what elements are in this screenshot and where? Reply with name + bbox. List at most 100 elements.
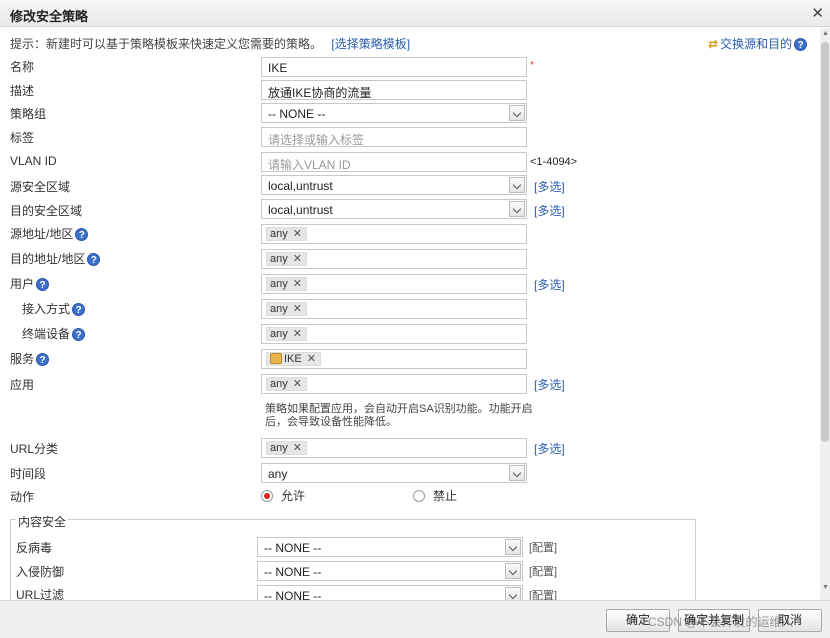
action-deny-radio[interactable]: 禁止 [413, 487, 457, 504]
url-category-multi-select[interactable]: [多选] [534, 440, 565, 457]
content-security-legend: 内容安全 [16, 513, 69, 530]
application-multi-select[interactable]: [多选] [534, 376, 565, 393]
antivirus-config-link[interactable]: [配置] [529, 539, 557, 555]
chevron-down-icon[interactable] [505, 563, 521, 579]
name-input[interactable]: IKE [261, 57, 527, 77]
time-range-select[interactable]: any [261, 463, 527, 483]
application-chip: any ✕ [266, 377, 307, 391]
vlan-id-input[interactable]: 请输入VLAN ID [261, 152, 527, 172]
chevron-down-icon[interactable] [505, 539, 521, 555]
dst-addr-label-text: 目的地址/地区 [10, 252, 86, 266]
chip-label: any [270, 442, 288, 454]
vlan-id-range: <1-4094> [530, 156, 578, 168]
chip-label: any [270, 303, 288, 315]
policy-group-value: -- NONE -- [268, 107, 326, 121]
dst-addr-input[interactable]: any ✕ [261, 249, 527, 269]
access-mode-chip: any ✕ [266, 302, 307, 316]
help-icon[interactable]: ? [36, 278, 50, 292]
application-input[interactable]: any ✕ [261, 374, 527, 394]
terminal-label: 终端设备? [22, 325, 86, 342]
action-deny-label: 禁止 [433, 489, 458, 503]
help-icon[interactable]: ? [72, 303, 86, 317]
help-icon[interactable]: ? [36, 353, 50, 367]
scrollbar-thumb[interactable] [821, 42, 829, 442]
help-icon[interactable]: ? [87, 253, 101, 267]
action-allow-radio[interactable]: 允许 [261, 487, 305, 504]
terminal-label-text: 终端设备 [22, 327, 71, 341]
remove-icon[interactable]: ✕ [293, 378, 302, 390]
antivirus-value: -- NONE -- [264, 541, 322, 555]
ok-and-copy-button[interactable]: 确定并复制 [678, 609, 750, 632]
src-addr-label-text: 源地址/地区 [10, 227, 74, 241]
dst-zone-multi-select[interactable]: [多选] [534, 202, 565, 219]
tag-placeholder: 请选择或输入标签 [268, 133, 365, 147]
remove-icon[interactable]: ✕ [293, 278, 302, 290]
remove-icon[interactable]: ✕ [293, 328, 302, 340]
service-label: 服务? [10, 350, 50, 367]
access-mode-input[interactable]: any ✕ [261, 299, 527, 319]
src-addr-input[interactable]: any ✕ [261, 224, 527, 244]
remove-icon[interactable]: ✕ [307, 353, 316, 365]
tag-label: 标签 [10, 131, 35, 145]
chevron-down-icon[interactable] [509, 465, 525, 481]
terminal-chip: any ✕ [266, 327, 307, 341]
select-template-link[interactable]: [选择策略模板] [331, 37, 410, 51]
ips-value: -- NONE -- [264, 565, 322, 579]
chevron-down-icon[interactable] [509, 201, 525, 217]
scroll-down-icon[interactable]: ▼ [822, 584, 829, 591]
close-icon[interactable]: ✕ [811, 4, 824, 22]
remove-icon[interactable]: ✕ [293, 303, 302, 315]
src-zone-multi-select[interactable]: [多选] [534, 178, 565, 195]
action-allow-label: 允许 [281, 489, 306, 503]
chevron-down-icon[interactable] [509, 105, 525, 121]
swap-label: 交换源和目的 [720, 37, 793, 51]
user-input[interactable]: any ✕ [261, 274, 527, 294]
src-zone-select[interactable]: local,untrust [261, 175, 527, 195]
url-category-input[interactable]: any ✕ [261, 438, 527, 458]
dialog-title: 修改安全策略 [10, 9, 89, 24]
user-label: 用户? [10, 275, 50, 292]
url-category-label: URL分类 [10, 442, 59, 456]
tag-input[interactable]: 请选择或输入标签 [261, 127, 527, 147]
chip-label: any [270, 378, 288, 390]
dst-addr-chip: any ✕ [266, 252, 307, 266]
url-category-chip: any ✕ [266, 441, 307, 455]
help-icon[interactable]: ? [72, 328, 86, 342]
application-label: 应用 [10, 378, 35, 392]
hint-message: 提示：新建时可以基于策略模板来快速定义您需要的策略。 [10, 37, 323, 51]
access-mode-label-text: 接入方式 [22, 302, 71, 316]
help-icon[interactable]: ? [794, 38, 808, 52]
vlan-id-placeholder: 请输入VLAN ID [268, 158, 351, 172]
dst-zone-select[interactable]: local,untrust [261, 199, 527, 219]
antivirus-select[interactable]: -- NONE -- [257, 537, 523, 557]
ips-config-link[interactable]: [配置] [529, 563, 557, 579]
description-input[interactable]: 放通IKE协商的流量 [261, 80, 527, 100]
ok-button[interactable]: 确定 [606, 609, 670, 632]
swap-src-dst-link[interactable]: ⇄ 交换源和目的? [708, 35, 808, 52]
src-addr-label: 源地址/地区? [10, 225, 89, 242]
cancel-button[interactable]: 取消 [758, 609, 822, 632]
help-icon[interactable]: ? [75, 228, 89, 242]
dialog-titlebar: 修改安全策略 ✕ [0, 0, 830, 27]
chevron-down-icon[interactable] [509, 177, 525, 193]
radio-selected-icon [261, 490, 273, 502]
policy-group-select[interactable]: -- NONE -- [261, 103, 527, 123]
remove-icon[interactable]: ✕ [293, 253, 302, 265]
remove-icon[interactable]: ✕ [293, 228, 302, 240]
ips-select[interactable]: -- NONE -- [257, 561, 523, 581]
vlan-id-label: VLAN ID [10, 154, 57, 168]
scroll-up-icon[interactable]: ▲ [822, 30, 829, 37]
service-chip: IKE ✕ [266, 352, 321, 366]
user-chip: any ✕ [266, 277, 307, 291]
vertical-scrollbar[interactable]: ▲ ▼ [820, 28, 830, 600]
user-multi-select[interactable]: [多选] [534, 276, 565, 293]
antivirus-label: 反病毒 [16, 541, 53, 555]
remove-icon[interactable]: ✕ [293, 442, 302, 454]
name-value: IKE [268, 61, 288, 75]
dst-zone-value: local,untrust [268, 203, 333, 217]
terminal-input[interactable]: any ✕ [261, 324, 527, 344]
service-input[interactable]: IKE ✕ [261, 349, 527, 369]
access-mode-label: 接入方式? [22, 300, 86, 317]
ips-label: 入侵防御 [16, 565, 65, 579]
swap-icon: ⇄ [708, 37, 719, 51]
